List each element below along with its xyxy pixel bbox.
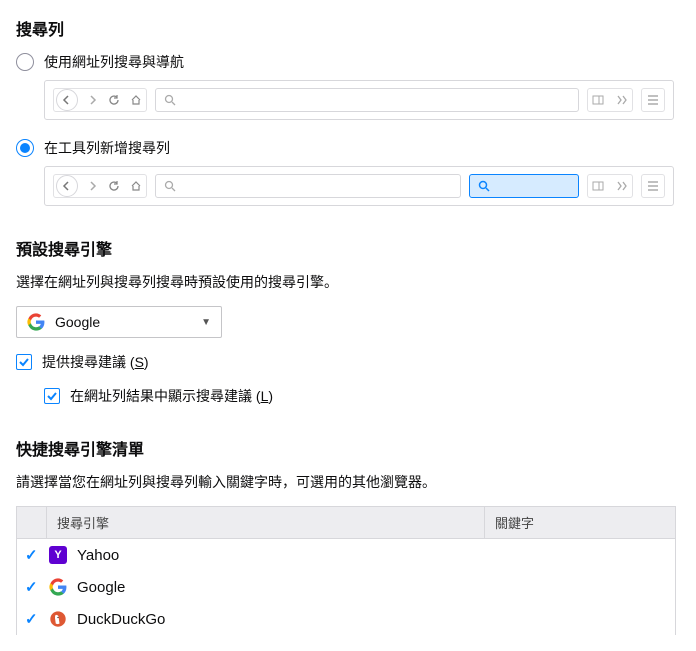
back-icon [56, 89, 78, 111]
google-icon [27, 313, 45, 331]
table-row[interactable]: ✓ Y Yahoo [17, 539, 675, 571]
urlbar-suggestions-checkbox[interactable]: 在網址列結果中顯示搜尋建議 (L) [44, 386, 680, 406]
search-icon [164, 94, 176, 106]
sidebar-icon [592, 180, 604, 192]
sidebar-icon [592, 94, 604, 106]
engine-name: DuckDuckGo [77, 611, 165, 628]
back-icon [56, 175, 78, 197]
overflow-icon [616, 95, 628, 105]
engine-name: Yahoo [77, 547, 119, 564]
searchbar-mock [469, 174, 579, 198]
oneclick-heading: 快捷搜尋引擎清單 [16, 436, 680, 460]
checkbox-label: 在網址列結果中顯示搜尋建議 (L) [70, 386, 273, 406]
check-icon: ✓ [25, 610, 39, 628]
browser-mock-addressbar [44, 80, 674, 120]
provide-suggestions-checkbox[interactable]: 提供搜尋建議 (S) [16, 352, 680, 372]
duckduckgo-icon [49, 610, 67, 628]
oneclick-engine-table: 搜尋引擎 關鍵字 ✓ Y Yahoo ✓ Google ✓ [16, 506, 676, 635]
default-engine-value: Google [55, 314, 100, 330]
engine-name: Google [77, 579, 125, 596]
table-row[interactable]: ✓ DuckDuckGo [17, 603, 675, 635]
overflow-icon [616, 181, 628, 191]
addressbar-mock [155, 88, 579, 112]
reload-icon [108, 180, 120, 192]
menu-icon [641, 88, 665, 112]
radio-icon [16, 53, 34, 71]
default-engine-description: 選擇在網址列與搜尋列搜尋時預設使用的搜尋引擎。 [16, 272, 680, 292]
search-icon [478, 180, 490, 192]
radio-label: 使用網址列搜尋與導航 [44, 52, 184, 72]
checkbox-icon [44, 388, 60, 404]
addressbar-mock [155, 174, 461, 198]
table-row[interactable]: ✓ Google [17, 571, 675, 603]
checkbox-label: 提供搜尋建議 (S) [42, 352, 149, 372]
default-engine-heading: 預設搜尋引擎 [16, 236, 680, 260]
yahoo-icon: Y [49, 546, 67, 564]
right-icons-group [587, 174, 633, 198]
default-engine-select[interactable]: Google ▼ [16, 306, 222, 338]
chevron-down-icon: ▼ [201, 317, 211, 328]
search-bar-heading: 搜尋列 [16, 16, 680, 40]
home-icon [130, 180, 142, 192]
table-header: 搜尋引擎 關鍵字 [17, 507, 675, 539]
checkbox-icon [16, 354, 32, 370]
menu-icon [641, 174, 665, 198]
search-icon [164, 180, 176, 192]
reload-icon [108, 94, 120, 106]
check-icon: ✓ [25, 578, 39, 596]
header-engine[interactable]: 搜尋引擎 [47, 507, 485, 538]
header-keyword[interactable]: 關鍵字 [485, 507, 675, 538]
nav-icons-group [53, 174, 147, 198]
right-icons-group [587, 88, 633, 112]
forward-icon [88, 181, 98, 191]
searchbar-option-toolbar[interactable]: 在工具列新增搜尋列 [16, 138, 680, 158]
forward-icon [88, 95, 98, 105]
check-icon: ✓ [25, 546, 39, 564]
home-icon [130, 94, 142, 106]
browser-mock-toolbar [44, 166, 674, 206]
searchbar-option-addressbar[interactable]: 使用網址列搜尋與導航 [16, 52, 680, 72]
nav-icons-group [53, 88, 147, 112]
google-icon [49, 578, 67, 596]
radio-label: 在工具列新增搜尋列 [44, 138, 170, 158]
radio-icon [16, 139, 34, 157]
oneclick-description: 請選擇當您在網址列與搜尋列輸入關鍵字時，可選用的其他瀏覽器。 [16, 472, 680, 492]
